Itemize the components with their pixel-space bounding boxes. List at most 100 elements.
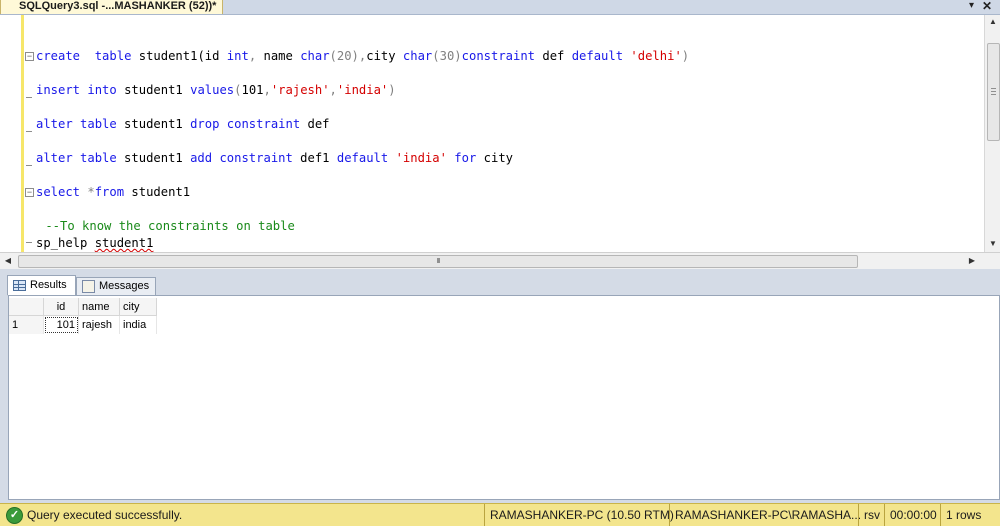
code-token: insert	[36, 83, 81, 97]
code-token: )	[681, 49, 690, 63]
change-tracking-bar	[21, 15, 24, 252]
status-bar: ✓ Query executed successfully. RAMASHANK…	[0, 503, 1000, 526]
code-line-1[interactable]: create table student1(id int, name char(…	[36, 48, 689, 64]
collapse-outline-icon[interactable]: −	[25, 52, 34, 61]
status-server: RAMASHANKER-PC (10.50 RTM)	[484, 504, 679, 526]
code-token: 101	[241, 83, 264, 97]
code-token: *	[87, 185, 95, 199]
code-token: student1	[124, 185, 191, 199]
status-row-count: 1 rows	[940, 504, 986, 526]
vertical-scroll-thumb[interactable]	[987, 43, 1000, 141]
close-tab-icon[interactable]: ✕	[982, 0, 992, 13]
code-token: city	[366, 49, 403, 63]
code-token: def1	[292, 151, 337, 165]
row-number[interactable]: 1	[9, 315, 44, 334]
code-token: alter	[36, 151, 73, 165]
code-token: 'india'	[395, 151, 447, 165]
code-token: add	[190, 151, 213, 165]
success-check-icon: ✓	[6, 507, 23, 524]
cell-name[interactable]: rajesh	[78, 315, 120, 334]
tab-messages-label: Messages	[99, 280, 150, 292]
code-token: ,	[329, 83, 337, 97]
code-token: student1	[94, 236, 154, 250]
code-token: --To know the constraints on table	[38, 219, 295, 233]
code-token: constraint	[226, 117, 301, 131]
code-token: char	[402, 49, 433, 63]
editor-vertical-scrollbar[interactable]: ▲ ▼	[984, 15, 1000, 252]
code-token: select	[36, 185, 81, 199]
code-token: into	[87, 83, 117, 97]
code-token: 'delhi'	[630, 49, 682, 63]
grip-line	[991, 88, 996, 89]
tab-messages[interactable]: Messages	[76, 277, 156, 296]
code-token: table	[80, 117, 117, 131]
cell-city[interactable]: india	[119, 315, 157, 334]
results-grid: id name city 1 101 rajesh india	[9, 298, 157, 334]
code-token: alter	[36, 117, 73, 131]
code-token: constraint	[219, 151, 293, 165]
query-document-tab[interactable]: SQLQuery3.sql -...MASHANKER (52))*	[0, 0, 224, 14]
code-line-5[interactable]: select *from student1	[36, 184, 190, 200]
code-token: default	[336, 151, 389, 165]
code-token: values	[190, 83, 235, 97]
tab-results[interactable]: Results	[7, 275, 76, 296]
outline-marker	[26, 165, 32, 166]
results-grid-icon	[13, 279, 26, 291]
scroll-left-icon[interactable]: ◀	[0, 253, 16, 269]
scroll-right-icon[interactable]: ▶	[964, 253, 980, 269]
code-token: from	[94, 185, 125, 199]
editor-horizontal-scrollbar[interactable]: ◀ III ▶	[0, 252, 1000, 269]
results-tab-strip: Results Messages	[0, 273, 1000, 296]
outline-marker	[26, 97, 32, 98]
code-line-2[interactable]: insert into student1 values(101,'rajesh'…	[36, 82, 396, 98]
status-login: RAMASHANKER-PC\RAMASHA...	[669, 504, 866, 526]
code-token: student1(id	[131, 49, 227, 63]
code-token: table	[94, 49, 132, 63]
results-pane[interactable]: id name city 1 101 rajesh india	[8, 295, 1000, 500]
code-token: (20),	[329, 49, 367, 63]
column-header-id[interactable]: id	[43, 298, 79, 316]
column-header-city[interactable]: city	[119, 298, 157, 316]
code-token: 'india'	[336, 83, 389, 97]
code-line-7[interactable]: sp_help student1	[36, 235, 153, 251]
code-token: name	[256, 49, 301, 63]
collapse-outline-icon[interactable]: −	[25, 188, 34, 197]
grip-line	[991, 91, 996, 92]
scroll-up-icon[interactable]: ▲	[985, 15, 1000, 29]
status-message: Query executed successfully.	[27, 508, 183, 522]
status-elapsed-time: 00:00:00	[884, 504, 942, 526]
outline-marker	[26, 131, 32, 132]
code-line-4[interactable]: alter table student1 add constraint def1…	[36, 150, 513, 166]
code-line-comment[interactable]: --To know the constraints on table	[38, 218, 295, 234]
code-token: table	[80, 151, 117, 165]
sql-editor[interactable]: − − create table student1(id int, name c…	[0, 15, 984, 252]
code-line-3[interactable]: alter table student1 drop constraint def	[36, 116, 330, 132]
outline-marker	[26, 242, 32, 243]
code-token: student1	[116, 83, 191, 97]
horizontal-scroll-thumb[interactable]: III	[18, 255, 858, 268]
document-tab-strip: SQLQuery3.sql -...MASHANKER (52))* ▾ ✕	[0, 0, 1000, 15]
table-row[interactable]: 1 101 rajesh india	[9, 315, 157, 334]
code-token: for	[454, 151, 477, 165]
scroll-down-icon[interactable]: ▼	[985, 237, 1000, 251]
code-token: create	[36, 49, 81, 63]
grip-line	[991, 94, 996, 95]
code-token: char	[300, 49, 330, 63]
code-token: )	[388, 83, 396, 97]
code-token: student1	[116, 151, 191, 165]
code-token: sp_help	[36, 236, 95, 250]
code-token: student1	[116, 117, 191, 131]
tab-list-dropdown-icon[interactable]: ▾	[969, 0, 974, 12]
cell-id[interactable]: 101	[43, 315, 79, 334]
tab-results-label: Results	[30, 279, 67, 291]
code-token: 'rajesh'	[270, 83, 330, 97]
column-header-name[interactable]: name	[78, 298, 120, 316]
code-token: drop	[190, 117, 220, 131]
code-token: city	[476, 151, 513, 165]
row-header-corner[interactable]	[9, 298, 44, 316]
code-token: def	[535, 49, 572, 63]
